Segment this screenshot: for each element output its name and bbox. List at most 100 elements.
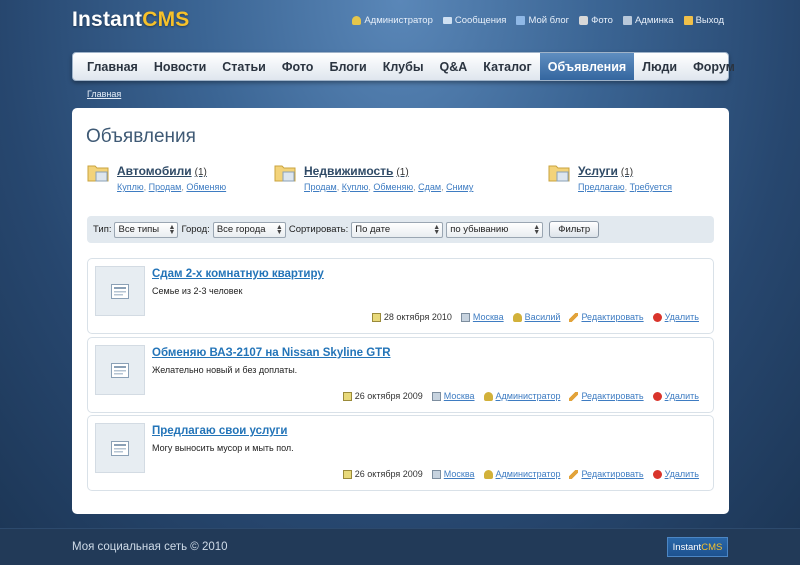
instantcms-badge[interactable]: Instant CMS <box>667 537 728 557</box>
ad-delete-link[interactable]: Удалить <box>665 469 699 479</box>
user-nav-messages[interactable]: Сообщения <box>442 15 507 26</box>
ad-thumbnail[interactable] <box>95 345 145 395</box>
user-nav-label: Сообщения <box>454 15 507 26</box>
ad-city-link[interactable]: Москва <box>444 469 475 479</box>
menu-item-qa[interactable]: Q&A <box>432 53 476 80</box>
ad-edit-link[interactable]: Редактировать <box>581 391 643 401</box>
type-select[interactable]: Все типы ▲ ▼ <box>114 221 179 238</box>
admin-icon <box>622 16 632 25</box>
ad-city-link[interactable]: Москва <box>444 391 475 401</box>
category-count: (1) <box>620 167 634 178</box>
logo-text-cms: CMS <box>142 8 190 31</box>
ad-author-link[interactable]: Администратор <box>496 469 561 479</box>
category-count: (1) <box>396 167 409 178</box>
delete-icon <box>652 391 662 401</box>
user-nav-logout[interactable]: Выход <box>683 15 724 26</box>
sub-link[interactable]: Сдам <box>418 182 441 192</box>
chevron-updown-icon: ▲ ▼ <box>433 223 441 236</box>
camera-icon <box>579 16 589 25</box>
ad-title-link[interactable]: Предлагаю свои услуги <box>152 425 287 437</box>
user-nav-admin[interactable]: Администратор <box>352 15 433 26</box>
ad-edit: Редактировать <box>569 312 644 322</box>
ad-thumbnail[interactable] <box>95 266 145 316</box>
ad-date: 26 октября 2009 <box>342 391 423 401</box>
copyright: Моя социальная сеть © 2010 <box>72 541 228 553</box>
sub-link[interactable]: Сниму <box>446 182 473 192</box>
menu-item-ads[interactable]: Объявления <box>539 53 635 80</box>
ad-delete-link[interactable]: Удалить <box>665 391 699 401</box>
order-select-value: по убыванию <box>450 224 509 235</box>
ad-description: Семье из 2-3 человек <box>152 286 243 296</box>
user-nav-adminpanel[interactable]: Админка <box>622 15 674 26</box>
sub-link[interactable]: Обменяю <box>373 182 413 192</box>
category-name: Недвижимость <box>304 164 394 178</box>
sub-link[interactable]: Куплю <box>342 182 369 192</box>
ad-title-link[interactable]: Обменяю ВАЗ-2107 на Nissan Skyline GTR <box>152 347 391 359</box>
sub-link[interactable]: Продам <box>304 182 337 192</box>
order-select[interactable]: по убыванию ▲ ▼ <box>446 221 544 238</box>
category-name-link[interactable]: Недвижимость (1) <box>304 164 409 178</box>
user-nav: Администратор Сообщения Мой блог Фото Ад… <box>352 15 724 26</box>
category-name: Услуги <box>578 164 618 178</box>
menu-item-news[interactable]: Новости <box>146 53 214 80</box>
calendar-icon <box>342 469 352 479</box>
user-icon <box>483 391 493 401</box>
breadcrumb[interactable]: Главная <box>87 89 121 99</box>
city-select[interactable]: Все города ▲ ▼ <box>212 221 286 238</box>
ad-city-link[interactable]: Москва <box>473 312 504 322</box>
sub-link[interactable]: Продам <box>149 182 182 192</box>
ad-meta: 28 октября 2010 Москва Василий Редактиро… <box>371 312 699 322</box>
filter-button[interactable]: Фильтр <box>549 221 600 238</box>
city-label: Город: <box>181 224 210 235</box>
menu-item-forum[interactable]: Форум <box>685 53 743 80</box>
sub-link[interactable]: Требуется <box>630 182 672 192</box>
sort-select-value: По дате <box>355 224 391 235</box>
envelope-icon <box>442 17 452 24</box>
ad-description: Желательно новый и без доплаты. <box>152 365 298 375</box>
sub-link[interactable]: Предлагаю <box>578 182 625 192</box>
ad-item: Сдам 2-х комнатную квартиру Семье из 2-3… <box>87 258 714 334</box>
menu-item-home[interactable]: Главная <box>79 53 146 80</box>
ad-date: 26 октября 2009 <box>342 469 423 479</box>
menu-item-people[interactable]: Люди <box>634 53 685 80</box>
ad-edit-link[interactable]: Редактировать <box>581 469 643 479</box>
user-nav-label: Админка <box>634 15 674 26</box>
category-name-link[interactable]: Услуги (1) <box>578 164 633 178</box>
user-icon <box>483 469 493 479</box>
sort-select[interactable]: По дате ▲ ▼ <box>351 221 444 238</box>
chevron-updown-icon: ▲ ▼ <box>168 223 176 236</box>
sub-link[interactable]: Куплю <box>117 182 144 192</box>
category-name-link[interactable]: Автомобили (1) <box>117 164 207 178</box>
menu-item-photo[interactable]: Фото <box>274 53 322 80</box>
user-nav-label: Фото <box>591 15 613 26</box>
ad-delete-link[interactable]: Удалить <box>665 312 699 322</box>
chevron-updown-icon: ▲ ▼ <box>275 223 283 236</box>
category-subs: Предлагаю, Требуется <box>578 182 673 192</box>
pencil-icon <box>569 312 579 322</box>
ad-item: Предлагаю свои услуги Могу выносить мусо… <box>87 415 714 491</box>
page-title: Объявления <box>86 126 196 147</box>
sub-link[interactable]: Обменяю <box>186 182 226 192</box>
user-icon <box>352 16 362 25</box>
ad-author-link[interactable]: Василий <box>525 312 561 322</box>
folder-icon <box>548 165 570 182</box>
menu-item-articles[interactable]: Статьи <box>214 53 274 80</box>
user-nav-label: Администратор <box>364 15 433 26</box>
category-subs: Продам, Куплю, Обменяю, Сдам, Сниму <box>304 182 474 192</box>
site-logo[interactable]: InstantCMS <box>72 8 190 32</box>
content-panel: Объявления Автомобили (1) Куплю, Продам, … <box>72 108 729 514</box>
ad-author-link[interactable]: Администратор <box>496 391 561 401</box>
blog-icon <box>516 16 526 25</box>
ad-author: Администратор <box>483 391 561 401</box>
calendar-icon <box>342 391 352 401</box>
menu-item-catalog[interactable]: Каталог <box>475 53 539 80</box>
user-nav-blog[interactable]: Мой блог <box>516 15 569 26</box>
ad-author: Администратор <box>483 469 561 479</box>
ad-edit-link[interactable]: Редактировать <box>581 312 643 322</box>
user-nav-photo[interactable]: Фото <box>579 15 613 26</box>
menu-item-clubs[interactable]: Клубы <box>375 53 432 80</box>
ad-title-link[interactable]: Сдам 2-х комнатную квартиру <box>152 268 324 280</box>
menu-item-blogs[interactable]: Блоги <box>321 53 374 80</box>
ad-thumbnail[interactable] <box>95 423 145 473</box>
footer: Моя социальная сеть © 2010 Instant CMS <box>0 528 800 565</box>
